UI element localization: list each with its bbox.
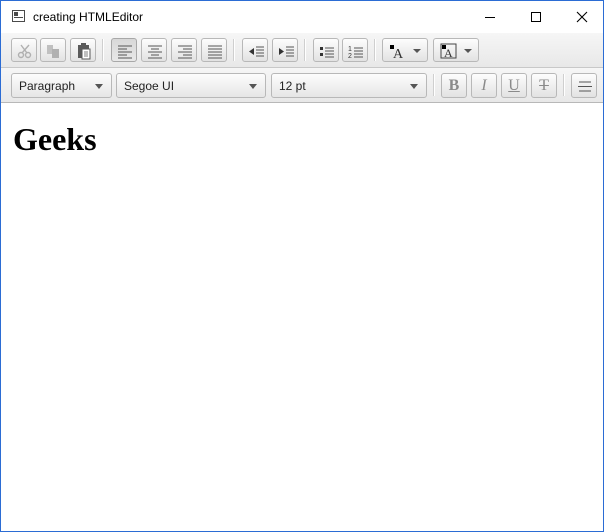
font-family-select[interactable]: Segoe UI: [116, 73, 266, 98]
bullet-list-icon: [320, 47, 334, 58]
bullet-list-button[interactable]: [313, 38, 339, 62]
cut-button[interactable]: [11, 38, 37, 62]
numbered-list-button[interactable]: 1 2: [342, 38, 368, 62]
paste-button[interactable]: [70, 38, 96, 62]
paragraph-format-select[interactable]: Paragraph: [11, 73, 112, 98]
background-color-dropdown[interactable]: A: [433, 38, 479, 62]
italic-button[interactable]: I: [471, 73, 497, 98]
editor-heading: Geeks: [13, 121, 97, 157]
toolbar-separator: [374, 39, 375, 61]
horizontal-rule-icon: [578, 81, 592, 92]
indent-button[interactable]: [272, 38, 298, 62]
close-button[interactable]: [559, 1, 603, 33]
outdent-button[interactable]: [242, 38, 268, 62]
bold-label: B: [448, 77, 460, 94]
toolbar-separator: [433, 74, 434, 96]
align-center-icon: [148, 45, 162, 59]
window-title: creating HTMLEditor: [33, 10, 144, 24]
align-left-icon: [118, 45, 132, 59]
horizontal-rule-button[interactable]: [571, 73, 597, 98]
strikethrough-label: T: [539, 77, 549, 94]
chevron-down-icon: [95, 84, 103, 89]
align-justify-button[interactable]: [201, 38, 227, 62]
top-toolbar: 1 2 A A: [1, 33, 603, 68]
font-size-value: 12 pt: [279, 79, 306, 93]
maximize-button[interactable]: [513, 1, 559, 33]
toolbar-separator: [102, 39, 103, 61]
html-editor-content[interactable]: Geeks: [1, 103, 603, 531]
text-color-icon: A: [390, 45, 421, 62]
italic-label: I: [481, 77, 487, 94]
outdent-icon: [249, 46, 264, 57]
underline-button[interactable]: U: [501, 73, 527, 98]
cut-icon: [17, 44, 32, 59]
format-toolbar: Paragraph Segoe UI 12 pt B I U T: [1, 68, 603, 103]
close-icon: [576, 11, 588, 23]
align-justify-icon: [208, 45, 222, 59]
align-center-button[interactable]: [141, 38, 167, 62]
indent-icon: [279, 46, 294, 57]
toolbar-separator: [233, 39, 234, 61]
toolbar-separator: [563, 74, 564, 96]
bold-button[interactable]: B: [441, 73, 467, 98]
application-window: creating HTMLEditor 1 2 A A Paragraph Se…: [0, 0, 604, 532]
text-color-dropdown[interactable]: A: [382, 38, 428, 62]
paragraph-format-value: Paragraph: [19, 79, 76, 93]
minimize-button[interactable]: [467, 1, 513, 33]
paste-icon: [78, 43, 91, 60]
svg-text:A: A: [444, 46, 453, 60]
copy-button[interactable]: [40, 38, 66, 62]
font-size-select[interactable]: 12 pt: [271, 73, 427, 98]
underline-label: U: [508, 77, 520, 94]
align-left-button[interactable]: [111, 38, 137, 62]
svg-text:A: A: [393, 47, 404, 62]
copy-icon: [47, 45, 59, 58]
chevron-down-icon: [410, 84, 418, 89]
align-right-icon: [178, 45, 192, 59]
app-window-icon: [12, 10, 25, 22]
background-color-icon: A: [440, 43, 472, 60]
toolbar-separator: [304, 39, 305, 61]
numbered-list-icon: 1 2: [348, 46, 363, 60]
chevron-down-icon: [249, 84, 257, 89]
align-right-button[interactable]: [171, 38, 197, 62]
svg-text:1: 1: [348, 46, 352, 53]
font-family-value: Segoe UI: [124, 79, 175, 93]
svg-text:2: 2: [348, 53, 352, 60]
strikethrough-button[interactable]: T: [531, 73, 557, 98]
title-bar[interactable]: creating HTMLEditor: [1, 1, 603, 33]
